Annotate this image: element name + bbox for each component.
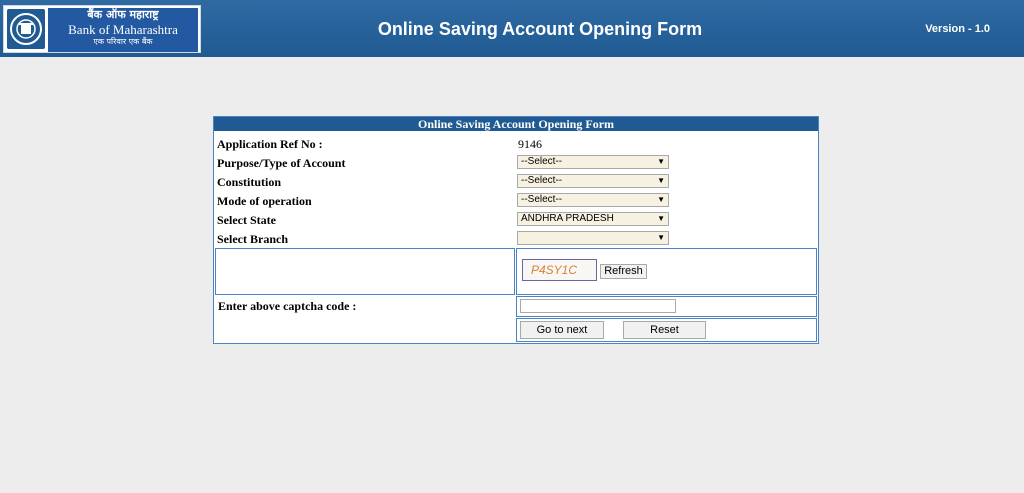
form-title: Online Saving Account Opening Form: [214, 117, 818, 131]
mode-select[interactable]: --Select-- ▼: [517, 193, 669, 207]
constitution-select-value: --Select--: [521, 175, 563, 186]
version-label: Version - 1.0: [925, 23, 990, 35]
branch-label: Select Branch: [217, 232, 288, 246]
mode-row: Mode of operation --Select-- ▼: [214, 192, 818, 210]
dropdown-arrow-icon: ▼: [657, 176, 665, 185]
app-ref-label: Application Ref No :: [217, 137, 323, 151]
bank-emblem-icon: [7, 9, 45, 49]
dropdown-arrow-icon: ▼: [657, 214, 665, 223]
bank-name: बैंक ऑफ महाराष्ट्र Bank of Maharashtra ए…: [48, 8, 198, 52]
account-opening-form: Online Saving Account Opening Form Appli…: [213, 116, 819, 344]
dropdown-arrow-icon: ▼: [657, 233, 665, 242]
purpose-label: Purpose/Type of Account: [217, 156, 346, 170]
go-to-next-button[interactable]: Go to next: [520, 321, 604, 339]
bank-tagline: एक परिवार एक बैंक: [93, 37, 153, 46]
branch-select[interactable]: ▼: [517, 231, 669, 245]
app-ref-value: 9146: [518, 137, 542, 151]
bank-logo: बैंक ऑफ महाराष्ट्र Bank of Maharashtra ए…: [3, 5, 201, 53]
header-bar: बैंक ऑफ महाराष्ट्र Bank of Maharashtra ए…: [0, 0, 1024, 57]
captcha-entry-cell: Enter above captcha code :: [215, 296, 515, 342]
captcha-left-cell: [215, 248, 515, 295]
state-row: Select State ANDHRA PRADESH ▼: [214, 211, 818, 229]
actions-cell: Go to next Reset: [516, 318, 817, 342]
captcha-cell: P4SY1C Refresh: [516, 248, 817, 295]
state-label: Select State: [217, 213, 276, 227]
state-select[interactable]: ANDHRA PRADESH ▼: [517, 212, 669, 226]
app-ref-row: Application Ref No : 9146: [214, 135, 818, 153]
state-select-value: ANDHRA PRADESH: [521, 213, 614, 224]
captcha-input[interactable]: [520, 299, 676, 313]
constitution-row: Constitution --Select-- ▼: [214, 173, 818, 191]
dropdown-arrow-icon: ▼: [657, 157, 665, 166]
dropdown-arrow-icon: ▼: [657, 195, 665, 204]
constitution-label: Constitution: [217, 175, 282, 189]
page-title: Online Saving Account Opening Form: [377, 19, 703, 39]
captcha-input-cell: [516, 296, 817, 317]
branch-row: Select Branch ▼: [214, 230, 818, 248]
refresh-button[interactable]: Refresh: [600, 264, 647, 279]
captcha-image: P4SY1C: [522, 259, 597, 281]
mode-select-value: --Select--: [521, 194, 563, 205]
purpose-select-value: --Select--: [521, 156, 563, 167]
bank-name-english: Bank of Maharashtra: [68, 22, 178, 37]
purpose-select[interactable]: --Select-- ▼: [517, 155, 669, 169]
constitution-select[interactable]: --Select-- ▼: [517, 174, 669, 188]
mode-label: Mode of operation: [217, 194, 312, 208]
captcha-entry-label: Enter above captcha code :: [218, 299, 357, 313]
reset-button[interactable]: Reset: [623, 321, 706, 339]
bank-name-hindi: बैंक ऑफ महाराष्ट्र: [87, 8, 159, 21]
purpose-row: Purpose/Type of Account --Select-- ▼: [214, 154, 818, 172]
